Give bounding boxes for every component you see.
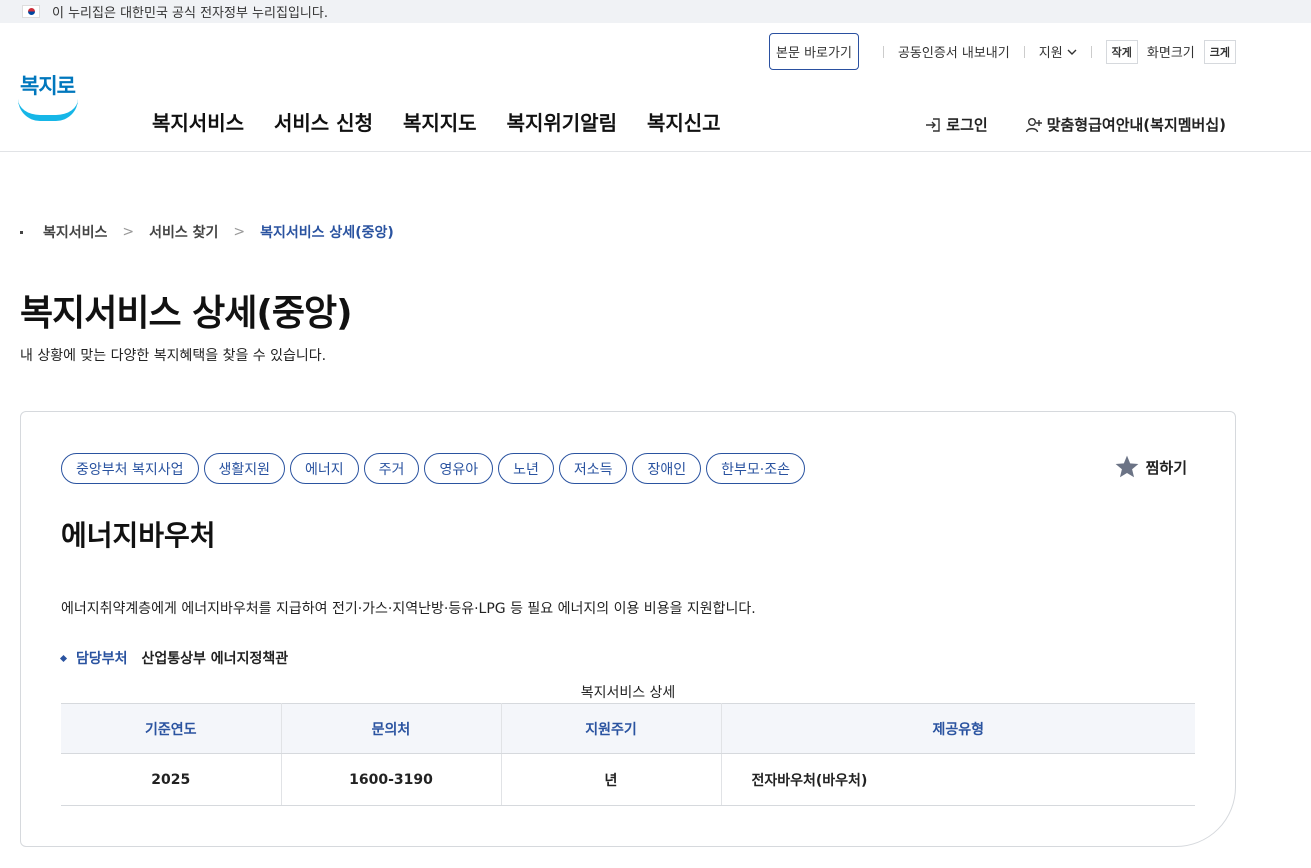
chevron-down-icon <box>1067 49 1077 55</box>
service-tag[interactable]: 노년 <box>498 453 554 484</box>
diamond-bullet-icon <box>59 654 68 662</box>
font-size-label: 화면크기 <box>1146 46 1195 61</box>
nav-item-service-apply[interactable]: 서비스 신청 <box>274 107 373 136</box>
table-header: 기준연도 <box>61 703 282 754</box>
divider <box>1090 45 1092 58</box>
service-title: 에너지바우처 <box>61 519 216 552</box>
service-tag[interactable]: 중앙부처 복지사업 <box>61 453 199 484</box>
service-tag[interactable]: 생활지원 <box>203 453 286 484</box>
login-label: 로그인 <box>946 116 988 134</box>
service-tag[interactable]: 저소득 <box>558 453 628 484</box>
logo-smile-icon <box>18 99 78 121</box>
chevron-right-icon: > <box>122 224 135 240</box>
login-link[interactable]: 로그인 <box>924 114 988 135</box>
user-plus-icon <box>1025 117 1042 132</box>
favorite-button[interactable]: 찜하기 <box>1114 454 1187 480</box>
service-tag[interactable]: 한부모·조손 <box>706 453 805 484</box>
site-header: 본문 바로가기 공동인증서 내보내기 지원 작게 화면크기 크게 복지로 복지서… <box>0 23 1311 152</box>
breadcrumb: 복지서비스 > 서비스 찾기 > 복지서비스 상세(중앙) <box>20 222 394 242</box>
table-caption: 복지서비스 상세 <box>580 685 676 701</box>
table-header: 지원주기 <box>501 703 722 754</box>
membership-link[interactable]: 맞춤형급여안내(복지멤버십) <box>1025 114 1226 135</box>
skip-to-content-link[interactable]: 본문 바로가기 <box>769 33 859 70</box>
nav-item-welfare-map[interactable]: 복지지도 <box>403 107 477 136</box>
department-label: 담당부처 <box>76 651 128 667</box>
service-description: 에너지취약계층에게 에너지바우처를 지급하여 전기·가스·지역난방·등유·LPG… <box>61 601 756 617</box>
department-info: 담당부처 산업통상부 에너지정책관 <box>59 648 289 668</box>
logo-text: 복지로 <box>20 74 76 98</box>
main-nav: 복지서비스 서비스 신청 복지지도 복지위기알림 복지신고 <box>152 107 721 136</box>
table-cell: 전자바우처(바우처) <box>721 753 1195 806</box>
site-logo[interactable]: 복지로 <box>18 70 80 125</box>
table-cell: 년 <box>501 753 722 806</box>
nav-item-crisis-alert[interactable]: 복지위기알림 <box>507 107 617 136</box>
service-detail-table: 기준연도 문의처 지원주기 제공유형 2025 1600-3190 년 전자바우… <box>61 703 1195 806</box>
chevron-right-icon: > <box>233 224 246 240</box>
font-small-button[interactable]: 작게 <box>1105 39 1138 64</box>
divider <box>1023 45 1025 58</box>
breadcrumb-item[interactable]: 서비스 찾기 <box>149 222 218 242</box>
gov-banner-text: 이 누리집은 대한민국 공식 전자정부 누리집입니다. <box>52 6 328 21</box>
page-description: 내 상황에 맞는 다양한 복지혜택을 찾을 수 있습니다. <box>20 348 327 364</box>
member-menu: 로그인 맞춤형급여안내(복지멤버십) <box>924 114 1226 135</box>
nav-item-welfare-service[interactable]: 복지서비스 <box>152 107 244 136</box>
service-tag[interactable]: 주거 <box>363 453 420 484</box>
login-icon <box>926 117 940 132</box>
table-header: 문의처 <box>281 703 502 754</box>
service-card: 중앙부처 복지사업 생활지원 에너지 주거 영유아 노년 저소득 장애인 한부모… <box>20 411 1236 847</box>
nav-item-welfare-report[interactable]: 복지신고 <box>647 107 721 136</box>
table-row: 2025 1600-3190 년 전자바우처(바우처) <box>61 753 1195 806</box>
cert-export-link[interactable]: 공동인증서 내보내기 <box>898 42 1010 61</box>
gov-banner: 이 누리집은 대한민국 공식 전자정부 누리집입니다. <box>0 0 1311 23</box>
utility-bar: 본문 바로가기 공동인증서 내보내기 지원 작게 화면크기 크게 <box>769 33 1236 70</box>
breadcrumb-item[interactable]: 복지서비스 <box>43 222 107 242</box>
favorite-label: 찜하기 <box>1145 458 1187 477</box>
table-cell: 1600-3190 <box>281 753 502 806</box>
service-tag[interactable]: 에너지 <box>290 453 359 484</box>
table-cell: 2025 <box>61 753 282 806</box>
department-value: 산업통상부 에너지정책관 <box>141 651 289 667</box>
divider <box>882 45 884 58</box>
table-header: 제공유형 <box>721 703 1195 754</box>
table-header-row: 기준연도 문의처 지원주기 제공유형 <box>61 703 1195 754</box>
membership-label: 맞춤형급여안내(복지멤버십) <box>1046 116 1226 134</box>
font-large-button[interactable]: 크게 <box>1203 39 1236 64</box>
korea-flag-icon <box>22 5 40 18</box>
star-icon <box>1115 455 1138 478</box>
language-label: 지원 <box>1038 46 1063 61</box>
service-tag[interactable]: 장애인 <box>632 453 702 484</box>
breadcrumb-current: 복지서비스 상세(중앙) <box>260 225 394 241</box>
page-title: 복지서비스 상세(중앙) <box>20 293 353 334</box>
home-bullet-icon <box>20 230 23 234</box>
service-tag[interactable]: 영유아 <box>424 453 494 484</box>
language-dropdown[interactable]: 지원 <box>1039 42 1077 61</box>
service-tags: 중앙부처 복지사업 생활지원 에너지 주거 영유아 노년 저소득 장애인 한부모… <box>61 453 805 484</box>
